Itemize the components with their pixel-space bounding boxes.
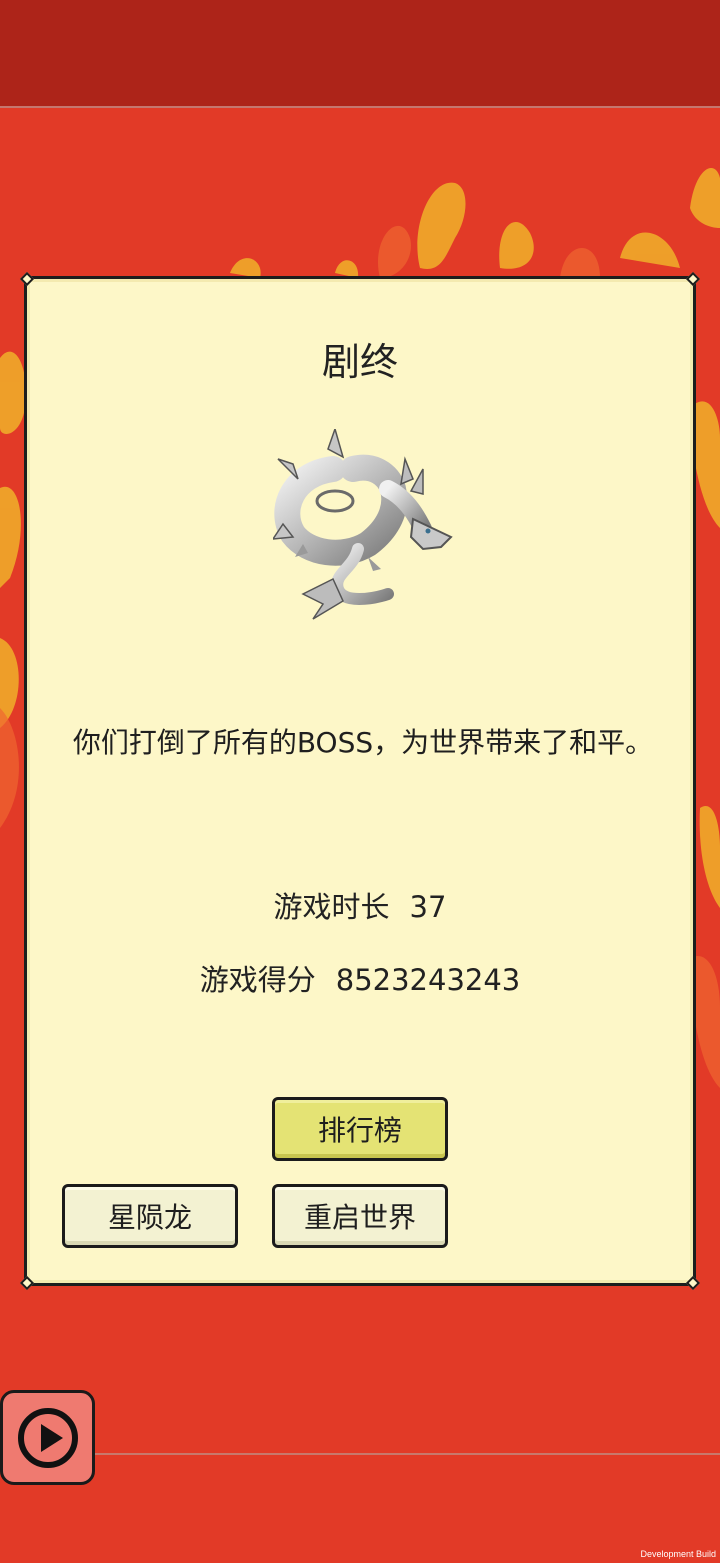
game-over-dialog: 剧终 你们打倒了所有的BOSS，为世界带来了和平。 游戏时长 37 游戏得分 8… <box>19 271 701 1291</box>
play-time-stat: 游戏时长 37 <box>27 884 693 926</box>
play-button[interactable] <box>0 1390 95 1485</box>
play-time-value: 37 <box>409 890 447 924</box>
leaderboard-button[interactable]: 排行榜 <box>272 1097 448 1161</box>
play-time-label: 游戏时长 <box>273 890 390 924</box>
dragon-icon <box>273 429 453 620</box>
development-build-label: Development Build <box>640 1549 716 1559</box>
boss-name-button[interactable]: 星陨龙 <box>62 1184 238 1248</box>
top-bar <box>0 0 720 106</box>
restart-world-button[interactable]: 重启世界 <box>272 1184 448 1248</box>
score-value: 8523243243 <box>335 963 521 997</box>
bottom-divider <box>0 1453 720 1455</box>
ending-message: 你们打倒了所有的BOSS，为世界带来了和平。 <box>72 726 654 759</box>
score-stat: 游戏得分 8523243243 <box>27 957 693 999</box>
play-icon <box>17 1407 78 1468</box>
score-label: 游戏得分 <box>199 963 316 997</box>
dialog-title: 剧终 <box>321 340 398 384</box>
